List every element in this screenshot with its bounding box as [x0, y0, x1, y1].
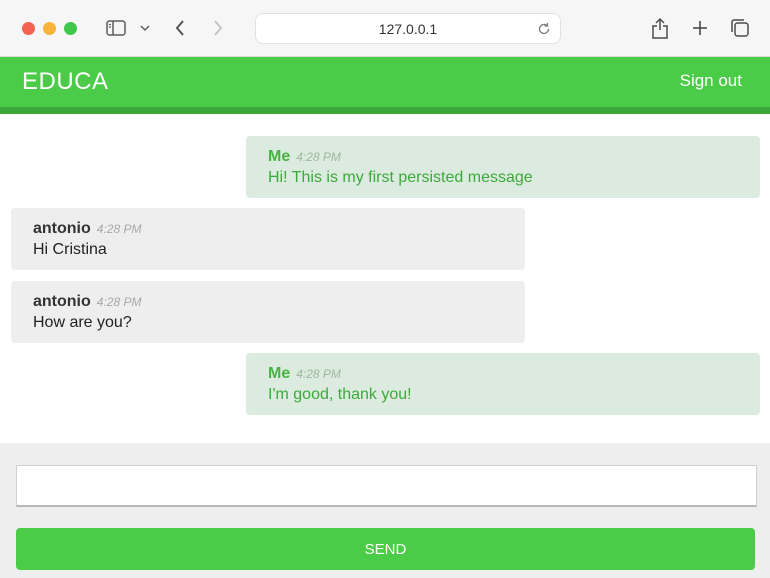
zoom-window-button[interactable] [64, 22, 77, 35]
message-author: antonio [33, 293, 91, 310]
sidebar-toggle-icon[interactable] [104, 16, 128, 40]
reload-icon[interactable] [536, 21, 552, 37]
message-text: I'm good, thank you! [268, 386, 412, 403]
message-input[interactable] [16, 465, 757, 507]
message-text: Hi Cristina [33, 241, 107, 258]
message-author: antonio [33, 220, 91, 237]
header-divider [0, 107, 770, 114]
message-time: 4:28 PM [296, 150, 341, 164]
close-window-button[interactable] [22, 22, 35, 35]
chat-message: Me 4:28 PM Hi! This is my first persiste… [246, 136, 760, 198]
chat-message: Me 4:28 PM I'm good, thank you! [246, 353, 760, 415]
url-text: 127.0.0.1 [378, 20, 438, 37]
forward-arrow-icon[interactable] [208, 16, 228, 40]
tab-overview-icon[interactable] [728, 16, 752, 40]
sign-out-link[interactable]: Sign out [680, 71, 742, 91]
message-time: 4:28 PM [96, 222, 142, 236]
message-text: How are you? [33, 314, 132, 331]
message-composer: SEND [0, 443, 770, 578]
share-icon[interactable] [648, 16, 672, 40]
chevron-down-icon[interactable] [138, 16, 152, 40]
message-time: 4:28 PM [96, 295, 142, 309]
new-tab-icon[interactable] [688, 16, 712, 40]
minimize-window-button[interactable] [43, 22, 56, 35]
chat-message: antonio 4:28 PM How are you? [11, 281, 525, 343]
back-arrow-icon[interactable] [170, 16, 190, 40]
browser-toolbar: 127.0.0.1 [0, 0, 770, 57]
chat-log[interactable]: Me 4:28 PM Hi! This is my first persiste… [0, 114, 770, 443]
chat-message: antonio 4:28 PM Hi Cristina [11, 208, 525, 270]
address-bar[interactable]: 127.0.0.1 [255, 13, 561, 44]
message-time: 4:28 PM [296, 367, 341, 381]
message-author: Me [268, 148, 291, 165]
message-author: Me [268, 365, 291, 382]
app-logo[interactable]: EDUCA [22, 68, 109, 96]
message-text: Hi! This is my first persisted message [268, 169, 533, 186]
app-header: EDUCA Sign out [0, 57, 770, 107]
send-button[interactable]: SEND [16, 528, 755, 570]
